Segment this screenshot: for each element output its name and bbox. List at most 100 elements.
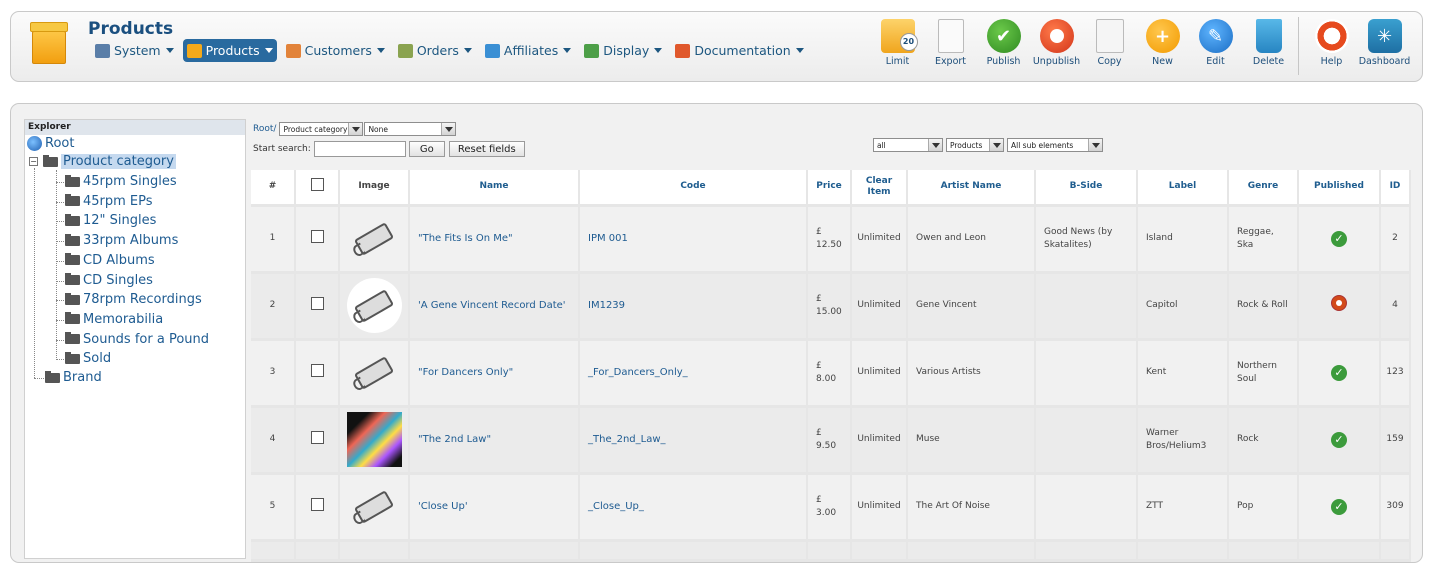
scope-select[interactable]: all xyxy=(873,138,943,152)
cell-bside xyxy=(1035,339,1138,408)
column-header[interactable] xyxy=(295,170,340,207)
edit-button[interactable]: ✎ Edit xyxy=(1189,19,1242,75)
cell-genre: Rock xyxy=(1228,406,1299,475)
tree-line xyxy=(56,170,57,358)
cell-code[interactable]: _For_Dancers_Only_ xyxy=(579,339,808,408)
product-thumbnail[interactable] xyxy=(347,211,402,266)
category-select[interactable]: Product category xyxy=(279,122,364,136)
tree-connector xyxy=(34,378,44,379)
menu-orders[interactable]: Orders xyxy=(394,39,476,62)
row-checkbox[interactable] xyxy=(310,229,324,243)
limit-button[interactable]: 20 Limit xyxy=(871,19,924,75)
row-checkbox[interactable] xyxy=(310,497,324,511)
menu-customers[interactable]: Customers xyxy=(282,39,389,62)
table-row[interactable]: 1 "The Fits Is On Me" IPM 001 £ 12.50 Unlimi… xyxy=(251,205,1411,274)
cell-name[interactable]: 'Close Up' xyxy=(409,473,580,542)
unpublished-icon[interactable] xyxy=(1331,295,1347,312)
help-button[interactable]: Help xyxy=(1305,19,1358,75)
chevron-down-icon xyxy=(989,139,1003,151)
row-checkbox[interactable] xyxy=(310,363,324,377)
cell-published: ✓ xyxy=(1298,205,1381,274)
chevron-down-icon xyxy=(165,48,174,53)
menu-display[interactable]: Display xyxy=(580,39,666,62)
column-header: Label xyxy=(1137,170,1229,207)
table-row[interactable]: 5 'Close Up' _Close_Up_ £ 3.00 Unlimited The … xyxy=(251,473,1411,542)
cell-price: £ 15.00 xyxy=(807,272,852,341)
chevron-down-icon xyxy=(654,48,663,53)
reset-fields-button[interactable]: Reset fields xyxy=(448,141,525,157)
cell-empty xyxy=(1137,540,1229,562)
tree-item[interactable]: 12" Singles xyxy=(65,213,156,228)
tree-item[interactable]: CD Singles xyxy=(65,273,153,288)
unpublish-button[interactable]: Unpublish xyxy=(1030,19,1083,75)
cell-name[interactable]: "The Fits Is On Me" xyxy=(409,205,580,274)
breadcrumb[interactable]: Root/ xyxy=(253,124,276,134)
tree-item[interactable]: 33rpm Albums xyxy=(65,233,178,248)
export-button[interactable]: Export xyxy=(924,19,977,75)
published-check-icon[interactable]: ✓ xyxy=(1331,230,1347,247)
cell-empty xyxy=(251,540,296,562)
collapse-icon[interactable]: − xyxy=(29,157,38,166)
cell-genre: Rock & Roll xyxy=(1228,272,1299,341)
tree-item[interactable]: Sold xyxy=(65,351,111,366)
tree-item[interactable]: Sounds for a Pound xyxy=(65,332,209,347)
tree-product-category[interactable]: Product category xyxy=(43,154,176,169)
delete-button[interactable]: Delete xyxy=(1242,19,1295,75)
menu-documentation[interactable]: Documentation xyxy=(671,39,807,62)
menu-products[interactable]: Products xyxy=(182,39,277,62)
copy-button[interactable]: Copy xyxy=(1083,19,1136,75)
cell-clear: Unlimited xyxy=(851,205,908,274)
row-checkbox[interactable] xyxy=(310,430,324,444)
cell-artist: Gene Vincent xyxy=(907,272,1036,341)
depth-select[interactable]: All sub elements xyxy=(1007,138,1103,152)
cell-clear: Unlimited xyxy=(851,339,908,408)
tree-item[interactable]: CD Albums xyxy=(65,253,155,268)
cell-empty xyxy=(1298,540,1381,562)
cell-empty xyxy=(1035,540,1138,562)
new-button[interactable]: + New xyxy=(1136,19,1189,75)
dashboard-button[interactable]: ✳ Dashboard xyxy=(1358,19,1411,75)
cell-price: £ 8.00 xyxy=(807,339,852,408)
cell-code[interactable]: _The_2nd_Law_ xyxy=(579,406,808,475)
tree-item[interactable]: 78rpm Recordings xyxy=(65,292,202,307)
table-row[interactable] xyxy=(251,540,1411,562)
cell-empty xyxy=(579,540,808,562)
menu-affiliates[interactable]: Affiliates xyxy=(481,39,575,62)
column-header: Genre xyxy=(1228,170,1299,207)
cell-cb xyxy=(295,406,340,475)
table-row[interactable]: 4 "The 2nd Law" _The_2nd_Law_ £ 9.50 Unlimit… xyxy=(251,406,1411,475)
product-thumbnail[interactable] xyxy=(347,479,402,534)
cell-img xyxy=(339,473,410,542)
go-button[interactable]: Go xyxy=(408,141,445,157)
table-row[interactable]: 2 'A Gene Vincent Record Date' IM1239 £ 15.… xyxy=(251,272,1411,341)
cell-name[interactable]: "The 2nd Law" xyxy=(409,406,580,475)
chevron-down-icon xyxy=(463,48,472,53)
tree-root[interactable]: Root xyxy=(27,136,74,151)
product-thumbnail[interactable] xyxy=(347,345,402,400)
select-all-checkbox[interactable] xyxy=(310,178,324,192)
cell-name[interactable]: "For Dancers Only" xyxy=(409,339,580,408)
tree-item[interactable]: Memorabilia xyxy=(65,312,163,327)
value-select[interactable]: None xyxy=(364,122,457,136)
published-check-icon[interactable]: ✓ xyxy=(1331,364,1347,381)
tree-item[interactable]: 45rpm Singles xyxy=(65,174,177,189)
folder-icon xyxy=(45,370,60,383)
product-thumbnail[interactable] xyxy=(346,278,402,333)
cell-code[interactable]: _Close_Up_ xyxy=(579,473,808,542)
published-check-icon[interactable]: ✓ xyxy=(1331,498,1347,515)
album-cover-image[interactable] xyxy=(346,412,402,467)
cell-name[interactable]: 'A Gene Vincent Record Date' xyxy=(409,272,580,341)
publish-button[interactable]: ✔ Publish xyxy=(977,19,1030,75)
published-check-icon[interactable]: ✓ xyxy=(1331,431,1347,448)
cell-img xyxy=(339,205,410,274)
tree-item[interactable]: 45rpm EPs xyxy=(65,194,153,209)
search-input[interactable] xyxy=(313,141,406,157)
cell-code[interactable]: IPM 001 xyxy=(579,205,808,274)
search-label: Start search: xyxy=(253,144,311,154)
tree-brand[interactable]: Brand xyxy=(45,370,102,385)
row-checkbox[interactable] xyxy=(310,296,324,310)
menu-system[interactable]: System xyxy=(91,39,178,62)
type-select[interactable]: Products xyxy=(946,138,1004,152)
cell-code[interactable]: IM1239 xyxy=(579,272,808,341)
table-row[interactable]: 3 "For Dancers Only" _For_Dancers_Only_ £ 8… xyxy=(251,339,1411,408)
